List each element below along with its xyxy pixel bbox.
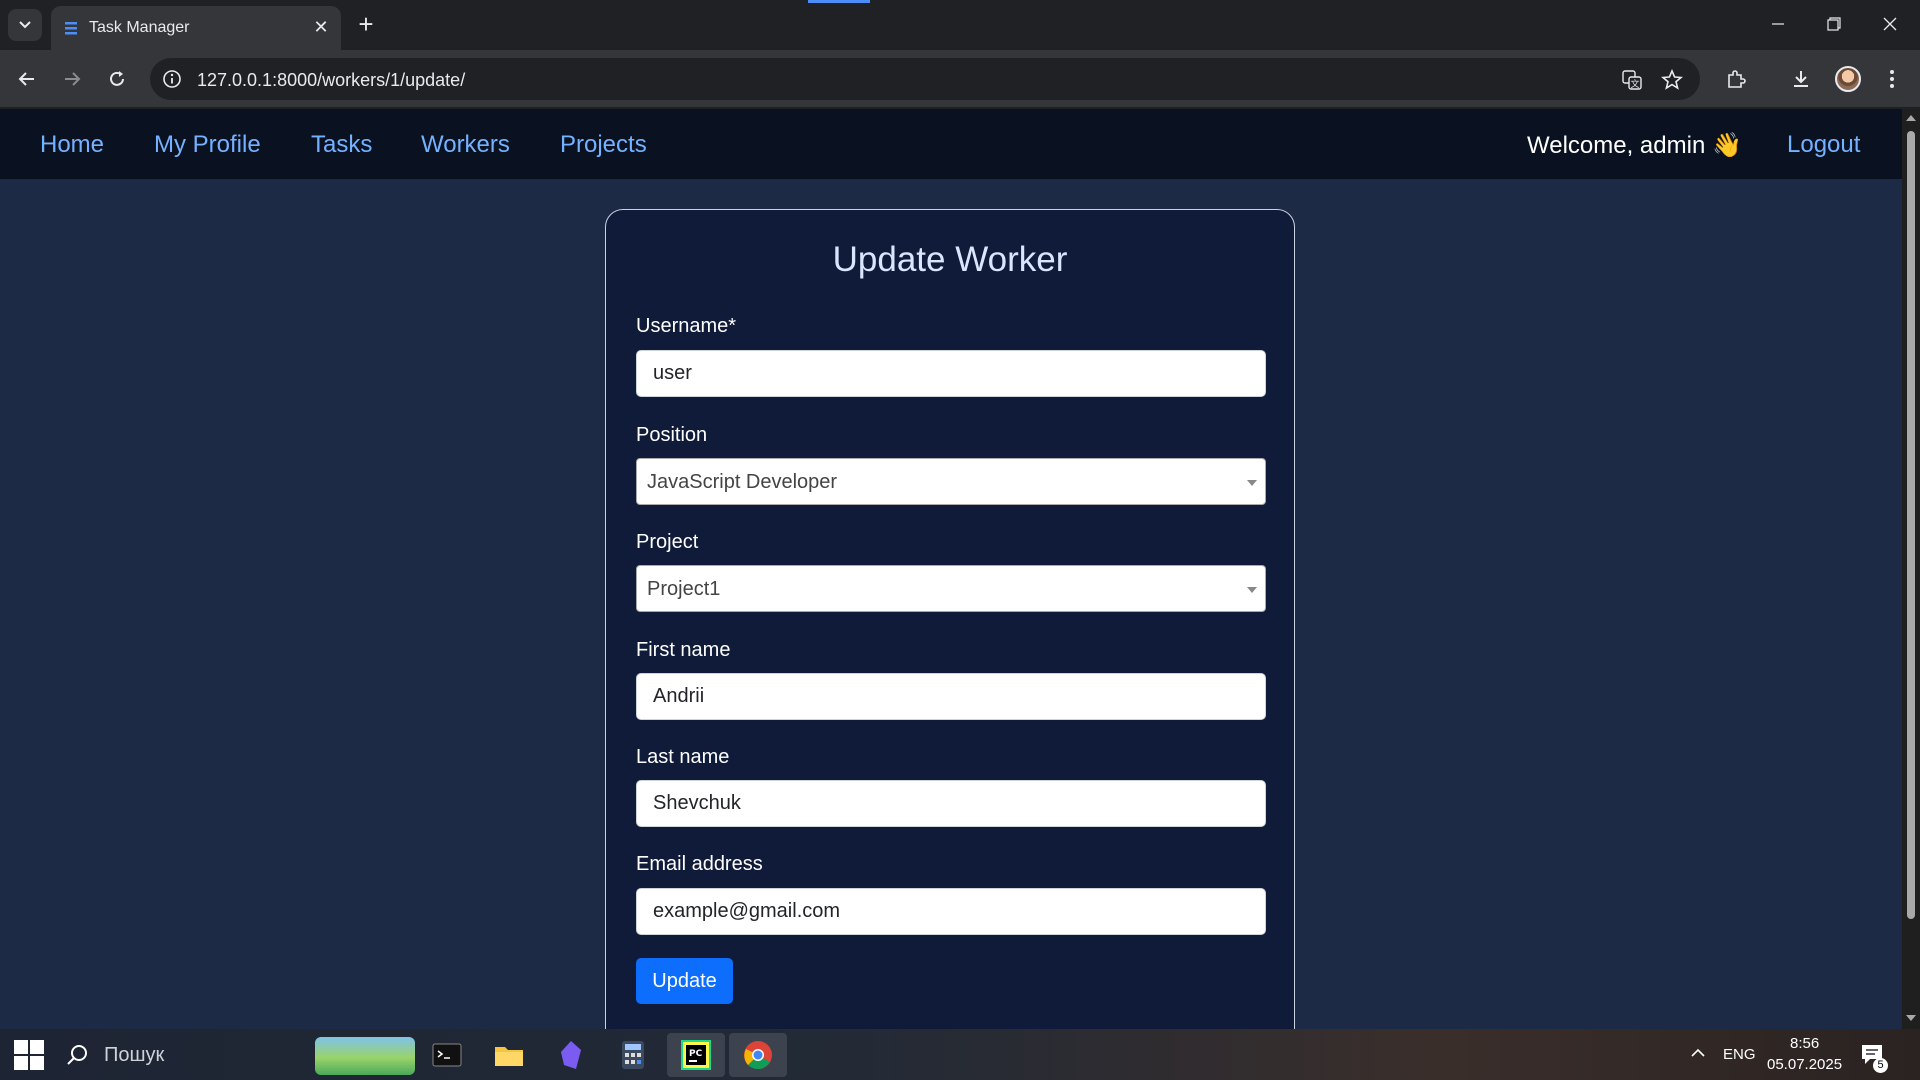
pycharm-icon: PC xyxy=(681,1040,711,1070)
notification-count-badge: 5 xyxy=(1873,1058,1888,1073)
taskbar-terminal[interactable] xyxy=(418,1033,476,1077)
page-viewport: Home My Profile Tasks Workers Projects W… xyxy=(0,109,1902,1029)
close-icon xyxy=(1883,17,1897,31)
project-select[interactable]: Project1 xyxy=(636,565,1266,612)
form-title: Update Worker xyxy=(832,240,1068,279)
update-button[interactable]: Update xyxy=(636,958,733,1004)
restore-icon xyxy=(1827,17,1841,31)
logout-link[interactable]: Logout xyxy=(1787,131,1860,159)
browser-menu-button[interactable] xyxy=(1876,63,1908,95)
taskbar-calculator[interactable] xyxy=(604,1033,662,1077)
terminal-icon xyxy=(432,1043,462,1067)
arrow-right-icon xyxy=(65,72,81,86)
site-info-icon[interactable] xyxy=(162,69,182,89)
svg-text:PC: PC xyxy=(689,1049,703,1059)
download-icon xyxy=(1794,71,1808,87)
loading-indicator xyxy=(808,0,870,3)
nav-my-profile-link[interactable]: My Profile xyxy=(154,131,261,159)
nav-workers-link[interactable]: Workers xyxy=(421,131,510,159)
reload-icon xyxy=(110,71,124,86)
email-label: Email address xyxy=(636,853,763,875)
tab-title: Task Manager xyxy=(89,19,190,36)
clock-date[interactable]: 05.07.2025 xyxy=(1767,1056,1842,1073)
address-bar[interactable]: 127.0.0.1:8000/workers/1/update/ 文 xyxy=(150,58,1700,100)
page-scrollbar[interactable] xyxy=(1902,109,1920,1029)
taskbar-file-explorer[interactable] xyxy=(480,1033,538,1077)
input-language[interactable]: ENG xyxy=(1723,1046,1756,1063)
search-icon[interactable] xyxy=(66,1043,90,1067)
browser-tab-task-manager[interactable]: Task Manager ✕ xyxy=(51,6,341,50)
extensions-button[interactable] xyxy=(1720,63,1752,95)
update-worker-form-card: Update Worker Username* Position JavaScr… xyxy=(605,209,1295,1029)
chevron-up-icon[interactable] xyxy=(1690,1047,1706,1059)
first-name-input[interactable] xyxy=(636,673,1266,720)
more-vertical-icon xyxy=(1890,70,1894,88)
first-name-label: First name xyxy=(636,639,731,661)
profile-avatar[interactable] xyxy=(1835,66,1861,92)
translate-icon[interactable]: 文 xyxy=(1621,69,1643,91)
position-select[interactable]: JavaScript Developer xyxy=(636,458,1266,505)
restore-window-button[interactable] xyxy=(1814,8,1854,40)
taskbar-pycharm[interactable]: PC xyxy=(667,1033,725,1077)
bookmark-star-icon[interactable] xyxy=(1661,69,1683,91)
tab-search-button[interactable] xyxy=(8,9,42,41)
site-navbar: Home My Profile Tasks Workers Projects W… xyxy=(0,109,1902,179)
svg-text:文: 文 xyxy=(1630,78,1639,90)
position-selected-value: JavaScript Developer xyxy=(647,471,838,493)
forward-button[interactable] xyxy=(56,63,88,95)
project-selected-value: Project1 xyxy=(647,578,721,600)
calculator-icon xyxy=(622,1041,644,1069)
back-button[interactable] xyxy=(11,63,43,95)
nav-home-link[interactable]: Home xyxy=(40,131,104,159)
username-label: Username* xyxy=(636,315,737,337)
folder-icon xyxy=(495,1047,523,1066)
email-input[interactable] xyxy=(636,888,1266,935)
scroll-down-icon[interactable] xyxy=(1906,1015,1916,1021)
username-input[interactable] xyxy=(636,350,1266,397)
chrome-icon xyxy=(744,1041,772,1070)
windows-taskbar: Пошук PC ENG 8:56 05.07.2025 5 xyxy=(0,1029,1920,1080)
new-tab-button[interactable]: + xyxy=(352,10,380,38)
scrollbar-thumb[interactable] xyxy=(1907,131,1915,919)
caret-down-icon xyxy=(1247,587,1257,593)
downloads-button[interactable] xyxy=(1785,63,1817,95)
nav-tasks-link[interactable]: Tasks xyxy=(311,131,372,159)
start-button[interactable] xyxy=(0,1033,58,1077)
reload-button[interactable] xyxy=(101,63,133,95)
windows-logo-icon xyxy=(14,1040,44,1070)
chevron-down-icon xyxy=(19,21,31,29)
last-name-input[interactable] xyxy=(636,780,1266,827)
browser-tabstrip: Task Manager ✕ + xyxy=(0,0,1920,50)
arrow-left-icon xyxy=(18,72,34,86)
scroll-up-icon[interactable] xyxy=(1906,115,1916,121)
gem-icon xyxy=(561,1041,581,1069)
search-highlight-illustration[interactable] xyxy=(315,1037,415,1075)
welcome-message: Welcome, admin 👋 xyxy=(1527,132,1742,159)
minimize-window-button[interactable] xyxy=(1758,8,1798,40)
puzzle-icon xyxy=(1728,70,1746,88)
list-favicon-icon xyxy=(65,22,77,35)
taskbar-search-box[interactable]: Пошук xyxy=(104,1044,164,1067)
browser-toolbar: 127.0.0.1:8000/workers/1/update/ 文 xyxy=(0,50,1920,108)
position-label: Position xyxy=(636,424,708,446)
close-window-button[interactable] xyxy=(1870,8,1910,40)
clock-time[interactable]: 8:56 xyxy=(1790,1035,1819,1052)
project-label: Project xyxy=(636,531,699,553)
last-name-label: Last name xyxy=(636,746,730,768)
taskbar-obsidian[interactable] xyxy=(542,1033,600,1077)
caret-down-icon xyxy=(1247,480,1257,486)
taskbar-chrome[interactable] xyxy=(729,1033,787,1077)
close-tab-icon[interactable]: ✕ xyxy=(311,17,331,37)
nav-projects-link[interactable]: Projects xyxy=(560,131,647,159)
url-text: 127.0.0.1:8000/workers/1/update/ xyxy=(197,70,466,90)
minimize-icon xyxy=(1772,23,1784,25)
